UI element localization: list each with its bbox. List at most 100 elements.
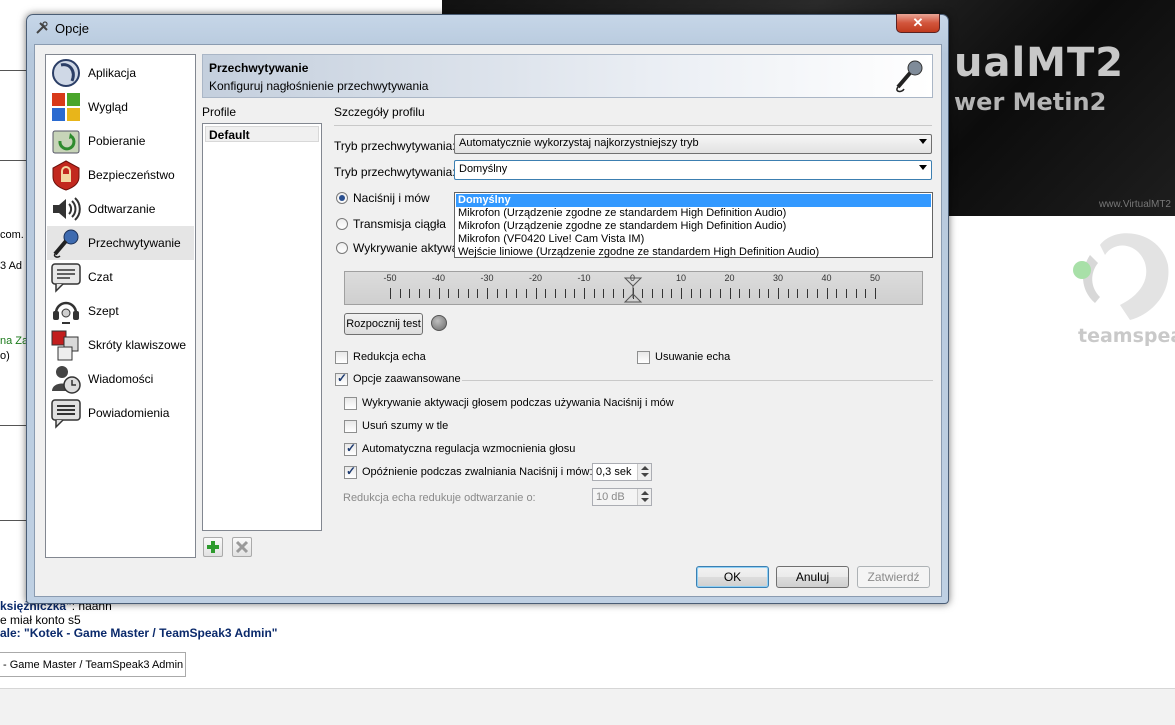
chat-icon <box>51 263 81 293</box>
auto-gain-checkbox[interactable] <box>344 441 357 456</box>
nav-item-bezpieczenstwo[interactable]: Bezpieczeństwo <box>47 158 194 192</box>
echo-removal-label: Usuwanie echa <box>655 351 731 363</box>
dropdown-option[interactable]: Domyślny <box>456 194 931 207</box>
slider-tick <box>651 289 653 298</box>
slider-tick-label: 10 <box>675 273 687 283</box>
notifications-icon <box>51 399 81 429</box>
options-dialog: Opcje ✕ Aplikacja Wygląd Pobieranie Bezp… <box>26 14 949 604</box>
whisper-icon <box>53 301 79 324</box>
spin-down-icon[interactable] <box>637 497 651 505</box>
continuous-transmission-label: Transmisja ciągła <box>353 217 446 231</box>
dropdown-option[interactable]: Mikrofon (Urządzenie zgodne ze standarde… <box>456 207 931 220</box>
profiles-label: Profile <box>202 105 237 119</box>
profile-item-default[interactable]: Default <box>205 126 319 142</box>
nav-item-label: Bezpieczeństwo <box>88 168 175 182</box>
slider-tick <box>719 289 721 298</box>
nav-item-skroty-klawiszowe[interactable]: Skróty klawiszowe <box>47 328 194 362</box>
vad-with-ptt-label: Wykrywanie aktywacji głosem podczas używ… <box>362 397 674 409</box>
dropdown-option[interactable]: Mikrofon (Urządzenie zgodne ze standarde… <box>456 220 931 233</box>
voice-activation-slider[interactable]: -50 -40 -30 -20 -10 0 10 20 30 40 50 <box>344 271 923 305</box>
slider-tick <box>399 289 401 298</box>
teamspeak-logo-icon <box>1073 233 1169 320</box>
slider-tick <box>797 289 799 298</box>
slider-tick <box>865 289 867 298</box>
nav-item-label: Odtwarzanie <box>88 202 156 216</box>
cancel-button[interactable]: Anuluj <box>776 566 849 588</box>
slider-tick <box>807 289 809 298</box>
chat-tab[interactable]: - Game Master / TeamSpeak3 Admin <box>0 652 186 677</box>
vad-with-ptt-checkbox[interactable] <box>344 397 357 410</box>
continuous-transmission-radio[interactable] <box>336 218 348 230</box>
title-bar[interactable]: Opcje ✕ <box>27 14 948 43</box>
echo-reduction-checkbox[interactable] <box>335 351 348 364</box>
slider-tick-label: -30 <box>480 273 494 283</box>
spin-down-icon[interactable] <box>637 472 651 480</box>
nav-item-wiadomosci[interactable]: Wiadomości <box>47 362 194 396</box>
advanced-options-checkbox[interactable] <box>335 371 348 386</box>
echo-playback-reduction-value: 10 dB <box>596 491 625 503</box>
slider-tick <box>681 288 682 299</box>
add-profile-button[interactable] <box>203 537 223 557</box>
capture-device-dropdown[interactable]: Domyślny Mikrofon (Urządzenie zgodne ze … <box>454 192 933 258</box>
slider-tick <box>778 288 779 299</box>
nav-item-wyglad[interactable]: Wygląd <box>47 90 194 124</box>
slider-tick <box>855 289 857 298</box>
capture-device-select[interactable]: Domyślny <box>454 160 932 180</box>
options-nav: Aplikacja Wygląd Pobieranie Bezpieczeńst… <box>45 54 196 558</box>
ok-button[interactable]: OK <box>696 566 769 588</box>
banner-title: ualMT2 <box>954 40 1125 86</box>
dropdown-option[interactable]: Mikrofon (VF0420 Live! Cam Vista IM) <box>456 233 931 246</box>
nav-item-czat[interactable]: Czat <box>47 260 194 294</box>
slider-tick <box>554 289 556 298</box>
delete-profile-button[interactable] <box>232 537 252 557</box>
capture-device-value: Domyślny <box>459 163 508 175</box>
dropdown-option[interactable]: Wejście liniowe (Urządzenie zgodne ze st… <box>456 246 931 259</box>
snippet: 3 Ad <box>0 260 23 272</box>
divider <box>334 125 932 126</box>
chat-text: ale: "Kotek - Game Master / TeamSpeak3 A… <box>0 626 278 640</box>
slider-tick-label: -40 <box>431 273 446 283</box>
nav-item-aplikacja[interactable]: Aplikacja <box>47 56 194 90</box>
nav-item-label: Czat <box>88 270 113 284</box>
push-to-talk-radio[interactable] <box>336 192 348 204</box>
chat-line: ale: "Kotek - Game Master / TeamSpeak3 A… <box>0 626 278 641</box>
voice-activation-radio[interactable] <box>336 242 348 254</box>
nav-item-przechwytywanie[interactable]: Przechwytywanie <box>47 226 194 260</box>
capture-mode-select[interactable]: Automatycznie wykorzystaj najkorzystniej… <box>454 134 932 154</box>
microphone-icon <box>53 229 79 258</box>
divider <box>462 380 933 381</box>
nav-item-odtwarzanie[interactable]: Odtwarzanie <box>47 192 194 226</box>
slider-thumb[interactable] <box>623 276 643 304</box>
release-delay-spinner[interactable]: 0,3 sek <box>592 463 652 481</box>
teamspeak-logo-text: teamspeak3 <box>1078 325 1175 347</box>
app-icon <box>52 59 80 87</box>
chat-log: księżniczka": haahh e miał konto s5 ale:… <box>0 599 278 641</box>
close-button[interactable]: ✕ <box>896 14 940 33</box>
ptt-release-delay-checkbox[interactable] <box>344 464 357 479</box>
nav-item-powiadomienia[interactable]: Powiadomienia <box>47 396 194 430</box>
test-status-indicator <box>431 315 447 331</box>
spin-up-icon[interactable] <box>637 464 651 472</box>
echo-playback-reduction-spinner[interactable]: 10 dB <box>592 488 652 506</box>
echo-removal-checkbox[interactable] <box>637 351 650 364</box>
teamspeak-logo: teamspeak3 <box>1060 225 1175 365</box>
apply-button[interactable]: Zatwierdź <box>857 566 930 588</box>
nav-item-pobieranie[interactable]: Pobieranie <box>47 124 194 158</box>
nav-item-label: Powiadomienia <box>88 406 170 420</box>
slider-tick <box>545 289 547 298</box>
nav-item-szept[interactable]: Szept <box>47 294 194 328</box>
spin-up-icon[interactable] <box>637 489 651 497</box>
nav-item-label: Skróty klawiszowe <box>88 338 187 352</box>
slider-tick <box>574 289 576 298</box>
slider-tick <box>758 289 760 298</box>
slider-tick-label: -20 <box>528 273 543 283</box>
slider-tick-label: 30 <box>772 273 784 283</box>
dialog-content: Aplikacja Wygląd Pobieranie Bezpieczeńst… <box>34 44 942 597</box>
remove-noise-checkbox[interactable] <box>344 420 357 433</box>
profiles-list[interactable]: Default <box>202 123 322 531</box>
slider-tick <box>700 289 702 298</box>
auto-gain-label: Automatyczna regulacja wzmocnienia głosu <box>362 443 576 455</box>
slider-tick <box>690 289 692 298</box>
capture-mode-label: Tryb przechwytywania: <box>334 139 456 153</box>
start-test-button[interactable]: Rozpocznij test <box>344 313 423 335</box>
